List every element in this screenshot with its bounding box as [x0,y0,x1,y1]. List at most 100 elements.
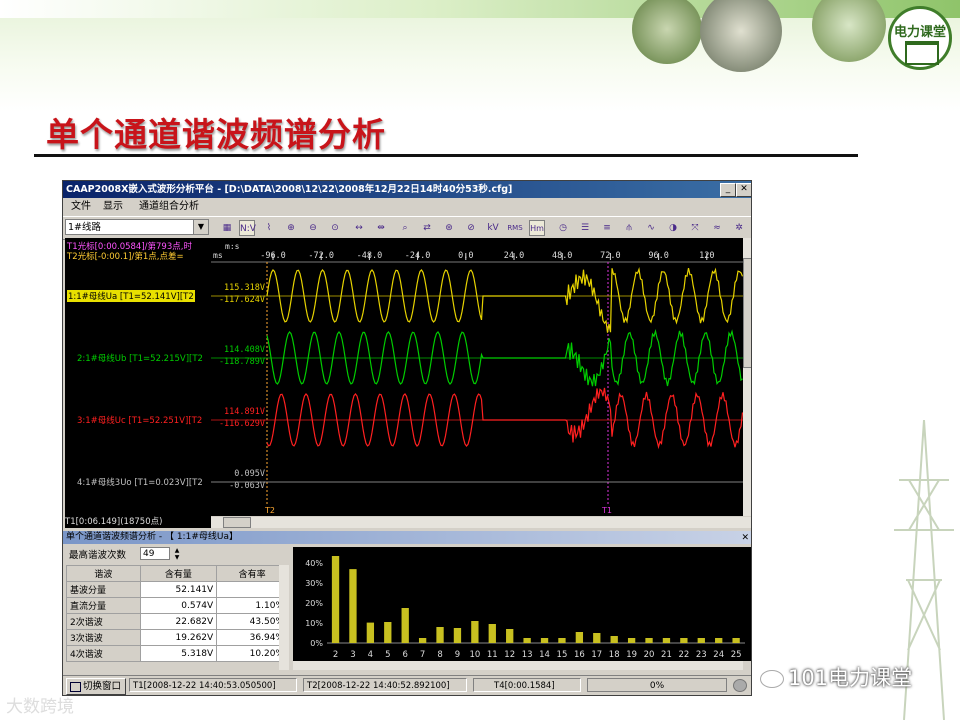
x-tick-label: 14 [539,650,550,660]
spectrum-bar [715,638,723,643]
table-row[interactable]: 基波分量 52.141V [66,581,288,598]
x-tick-label: 4 [368,650,373,660]
max-order-input[interactable]: 49 [140,547,170,560]
close-icon[interactable]: ✕ [741,532,749,545]
zoom-fit-icon[interactable]: ⊙ [327,220,343,236]
watermark-left-text: 大数跨境 [6,697,74,717]
row-ratio: 1.10% [216,597,288,614]
slide-title: 单个通道谐波频谱分析 [46,115,386,154]
spectrum-bar [540,638,549,643]
spectrum-panel-title: 单个通道谐波频谱分析 - 【 1:1#母线Ua】 ✕ [63,531,751,544]
spectrum-bar [680,638,688,643]
y-tick-label: 0% [310,639,323,648]
menu-channel-analysis[interactable]: 通道组合分析 [139,198,199,215]
x-tick-label: 5 [385,650,390,660]
table-row[interactable]: 2次谐波 22.682V 43.50% [66,613,288,630]
spectrum-bar [366,622,375,643]
waveform-horizontal-scrollbar[interactable] [211,517,751,528]
status-t2: T2[2008-12-22 14:40:52.892100] [303,678,467,692]
filter-icon[interactable]: ⫛ [621,220,637,236]
harmonic-icon[interactable]: Hm [529,220,545,236]
chevron-down-icon[interactable]: ▼ [193,220,208,234]
minimize-button[interactable]: _ [720,183,736,197]
kv-icon[interactable]: kV [485,220,501,236]
resize-grip-icon[interactable] [733,679,747,692]
waveform-panel[interactable]: m:s ms -96.0 -72.0 -48.0 -24.0 0.0 24.0 48.0 72.0… [211,238,743,516]
spectrum-bar [401,608,409,643]
magnify-minus-icon[interactable]: ⊘ [463,220,479,236]
color-palette-icon[interactable]: ▦ [219,220,235,236]
spectrum-title-text: 单个通道谐波频谱分析 - 【 1:1#母线Ua】 [66,532,238,542]
y-tick-label: 30% [305,579,323,588]
table-row[interactable]: 4次谐波 5.318V 10.20% [66,645,288,662]
vector-icon[interactable]: ⤧ [687,220,703,236]
toolbar: 1#线路 ▼ ▦ N:V ⌇ ⊕ ⊖ ⊙ ↔ ⇹ ⌕ ⇄ ⊛ ⊘ kV RMS … [63,216,751,240]
spectrum-bar [506,629,514,643]
channel-waveform [266,266,743,333]
app-window: CAAP2008X嵌入式波形分析平台 - [D:\DATA\2008\12\22… [62,180,752,696]
menu-file[interactable]: 文件 [71,198,91,215]
channel-label-3uo[interactable]: 4:1#母线3Uo [T1=0.023V][T2 [77,476,203,488]
window-title: CAAP2008X嵌入式波形分析平台 - [D:\DATA\2008\12\22… [66,184,513,195]
zoom-out-icon[interactable]: ⊖ [305,220,321,236]
list-alt-icon[interactable]: ≡ [599,220,615,236]
waveform-vertical-scrollbar[interactable] [743,238,751,516]
zoom-in-icon[interactable]: ⊕ [283,220,299,236]
spectrum-bar [575,632,584,643]
x-tick-label: 25 [731,650,742,660]
scroll-thumb[interactable] [743,258,751,368]
spinner-icon[interactable]: ▲ ▼ [171,547,183,561]
time-tick-label: -72.0 [308,251,334,261]
x-tick-label: 6 [402,650,407,660]
nv-icon[interactable]: N:V [239,220,256,236]
clock-icon[interactable]: ◷ [555,220,571,236]
channel-min-value: -0.063V [229,481,265,491]
table-row[interactable]: 3次谐波 19.262V 36.94% [66,629,288,646]
circle-icon[interactable]: ◑ [665,220,681,236]
search-icon[interactable]: ⌕ [397,220,413,236]
magnify-plus-icon[interactable]: ⊛ [441,220,457,236]
close-button[interactable]: ✕ [736,183,751,197]
wave-icon[interactable]: ≈ [709,220,725,236]
menu-view[interactable]: 显示 [103,198,123,215]
spectrum-bar [384,622,392,643]
channel-label-uc[interactable]: 3:1#母线Uc [T1=52.251V][T2 [77,414,202,426]
spectrum-bar [436,627,444,643]
watermark-right-text: 101电力课堂 [788,666,913,690]
cursor-t2-marker: T2 [264,506,275,515]
wechat-icon [760,670,784,688]
channel-label-ua[interactable]: 1:1#母线Ua [T1=52.141V][T2 [67,290,195,302]
settings-icon[interactable]: ✲ [731,220,747,236]
x-tick-label: 8 [437,650,442,660]
channel-max-value: 114.408V [224,345,265,355]
waveform-plot[interactable]: m:sms -96.0 -72.0 -48.0 -24.0 0.0 24.0 48.0 72.0… [211,238,743,516]
switch-window-button[interactable]: 切换窗口 [66,678,126,695]
swap-icon[interactable]: ⇄ [419,220,435,236]
channel-select[interactable]: 1#线路 ▼ [65,219,209,235]
axis-unit-label: m:s [225,242,240,251]
table-scrollbar[interactable] [279,565,289,670]
scroll-thumb[interactable] [223,517,251,528]
expand-horizontal-icon[interactable]: ↔ [351,220,367,236]
list-icon[interactable]: ☰ [577,220,593,236]
rms-icon[interactable]: RMS [507,220,523,236]
x-tick-label: 3 [350,650,355,660]
building-icon [905,41,939,65]
spectrum-bar [610,636,618,643]
row-ratio: 10.20% [216,645,288,662]
spectrum-bar [662,638,671,643]
window-icon [70,681,81,692]
spectrum-bar [523,638,531,643]
spectrum-bar [558,638,566,643]
time-tick-label: -24.0 [405,251,431,261]
time-tick-label: 48.0 [552,251,572,261]
cursor-t2-readout: T2光标[-0:00.1]/第1点,点差= [67,252,184,262]
table-row[interactable]: 直流分量 0.574V 1.10% [66,597,288,614]
phasor-icon[interactable]: ∿ [643,220,659,236]
channel-label-ub[interactable]: 2:1#母线Ub [T1=52.215V][T2 [77,352,203,364]
envelope-icon[interactable]: ⌇ [261,220,277,236]
col-header-content: 含有量 [139,565,218,582]
compress-horizontal-icon[interactable]: ⇹ [373,220,389,236]
chart-horizontal-scrollbar[interactable] [293,661,743,670]
window-titlebar: CAAP2008X嵌入式波形分析平台 - [D:\DATA\2008\12\22… [63,181,751,198]
